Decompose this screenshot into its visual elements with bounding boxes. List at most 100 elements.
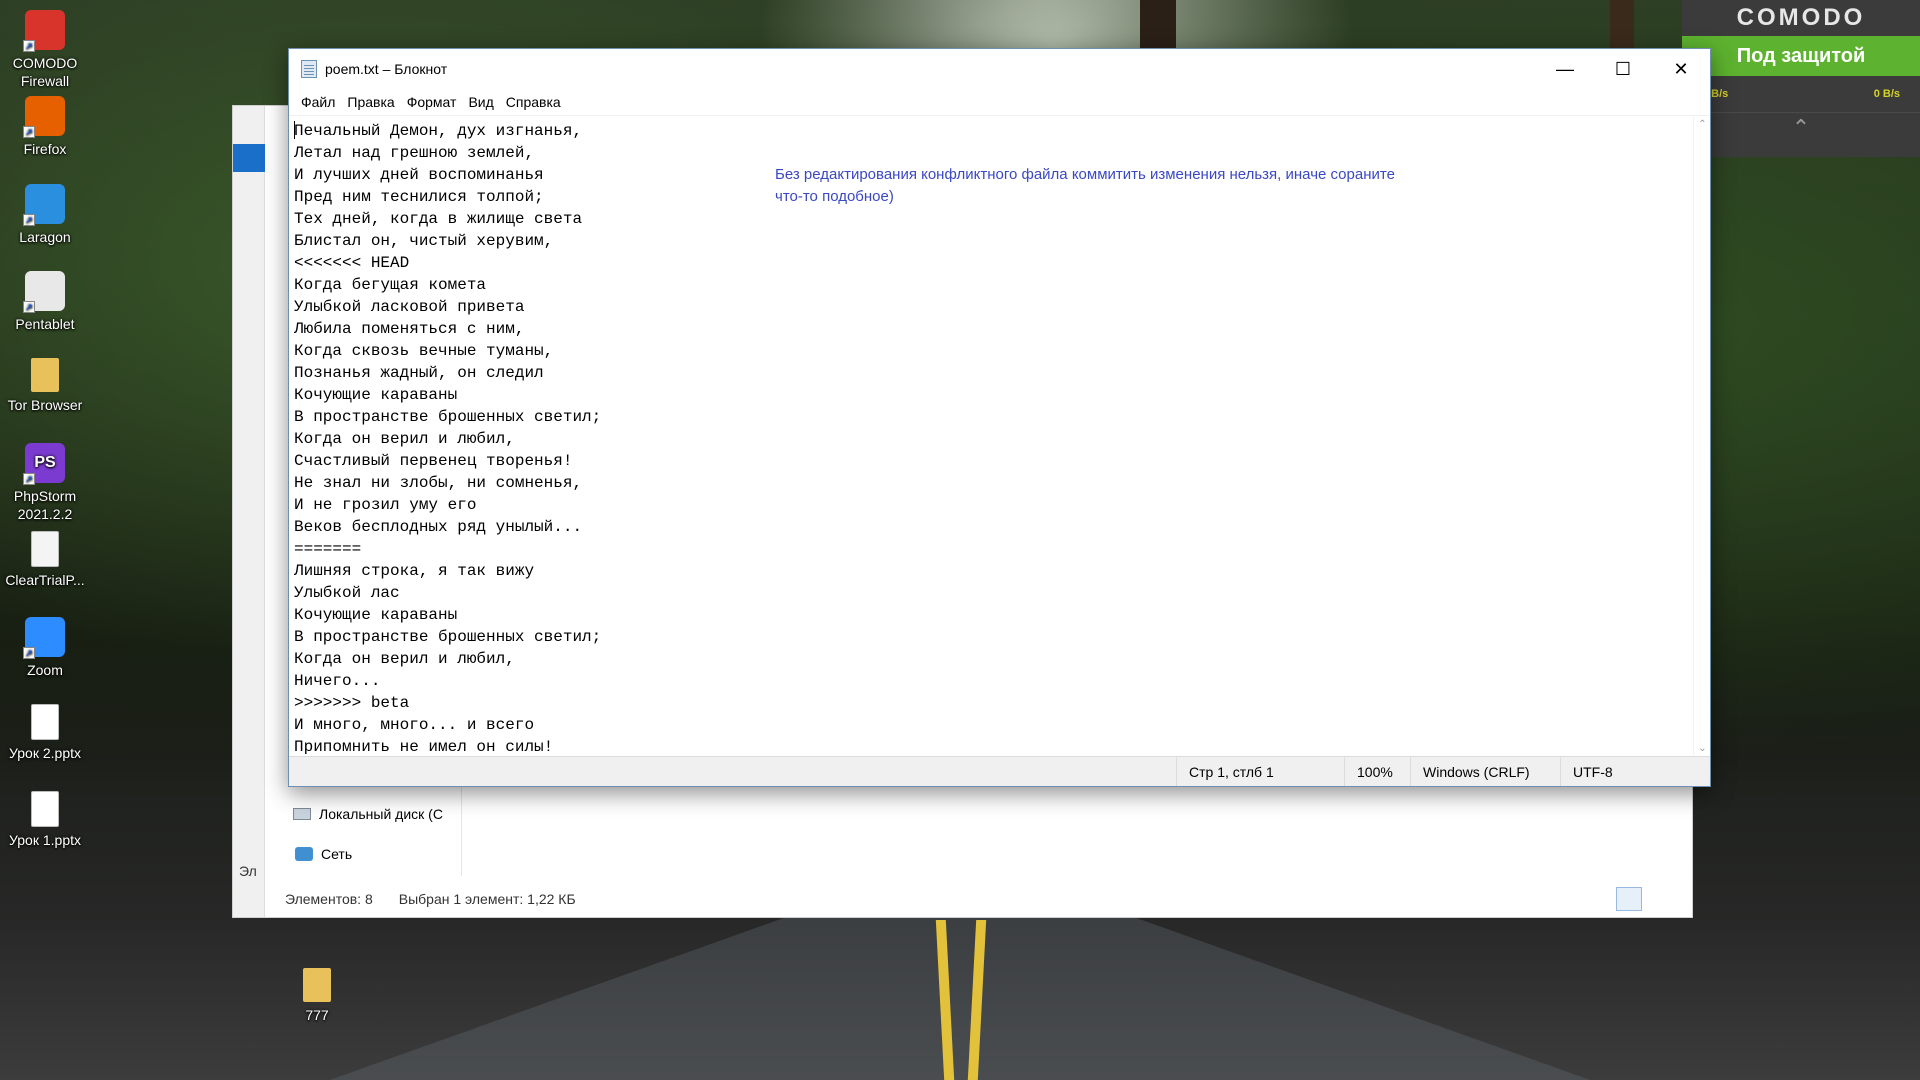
text-line: И много, много... и всего — [294, 716, 535, 734]
text-line: Печальный Демон, дух изгнанья, — [294, 122, 583, 140]
desktop-icon[interactable]: Урок 2.pptx — [0, 704, 90, 762]
explorer-ribbon-file-tab[interactable] — [233, 144, 265, 172]
scroll-down-icon[interactable]: ⌄ — [1694, 740, 1711, 757]
laragon-icon: ↗ — [23, 184, 65, 226]
title-bar[interactable]: poem.txt – Блокнот — ☐ ✕ — [289, 49, 1710, 89]
text-line: Тех дней, когда в жилище света — [294, 210, 583, 228]
desktop-icon[interactable]: ↗ Firefox — [0, 96, 90, 158]
scroll-up-icon[interactable]: ⌃ — [1694, 116, 1711, 133]
text-line: Когда бегущая комета — [294, 276, 487, 294]
document-icon — [31, 791, 59, 827]
comodo-speed-up: 0 B/s — [1873, 88, 1900, 100]
desktop-icon-label: ClearTrialP... — [5, 572, 85, 588]
comodo-firewall-icon: ↗ — [23, 10, 65, 52]
text-caret — [294, 121, 295, 139]
desktop-icon[interactable]: PS ↗ PhpStorm 2021.2.2 — [0, 443, 90, 523]
shortcut-arrow-icon: ↗ — [23, 301, 35, 313]
shortcut-arrow-icon: ↗ — [23, 473, 35, 485]
desktop-icon-label: Firefox — [23, 141, 67, 157]
comodo-widget[interactable]: COMODO Под защитой 0 B/s 0 B/s ⌃ — [1682, 0, 1920, 157]
text-line: В пространстве брошенных светил; — [294, 408, 602, 426]
status-encoding: UTF-8 — [1560, 757, 1694, 786]
comodo-status[interactable]: Под защитой — [1682, 36, 1920, 76]
editor-text[interactable]: Печальный Демон, дух изгнанья, Летал над … — [294, 120, 1684, 754]
desktop-icon-label: 777 — [305, 1007, 329, 1023]
pentablet-icon: ↗ — [23, 271, 65, 313]
shortcut-arrow-icon: ↗ — [23, 40, 35, 52]
folder-icon — [31, 358, 59, 392]
desktop-icon[interactable]: ↗ COMODO Firewall — [0, 10, 90, 90]
status-item-count: Элементов: 8 — [285, 891, 373, 907]
desktop-icon[interactable]: ↗ Pentablet — [0, 271, 90, 333]
drive-icon — [293, 808, 311, 820]
shortcut-arrow-icon: ↗ — [23, 214, 35, 226]
maximize-button[interactable]: ☐ — [1594, 49, 1652, 89]
sidebar-item-label: Сеть — [321, 846, 353, 862]
desktop-icon-label: COMODO Firewall — [12, 55, 78, 89]
menu-bar: Файл Правка Формат Вид Справка — [289, 89, 1710, 115]
desktop-icon[interactable]: Tor Browser — [0, 358, 90, 414]
menu-file[interactable]: Файл — [295, 94, 341, 110]
desktop-icon[interactable]: Урок 1.pptx — [0, 791, 90, 849]
text-line: ======= — [294, 540, 362, 558]
text-line: Кочующие караваны — [294, 606, 458, 624]
menu-view[interactable]: Вид — [462, 94, 499, 110]
status-selection: Выбран 1 элемент: 1,22 КБ — [398, 891, 576, 907]
resize-grip-icon[interactable] — [1694, 757, 1710, 786]
wallpaper-tree-trunk — [1610, 0, 1634, 48]
details-view-icon[interactable] — [1616, 887, 1642, 911]
vertical-scrollbar[interactable]: ⌃ ⌄ — [1693, 116, 1710, 757]
text-line: Улыбкой ласковой привета — [294, 298, 525, 316]
menu-edit[interactable]: Правка — [341, 94, 400, 110]
notepad-window[interactable]: poem.txt – Блокнот — ☐ ✕ Файл Правка Фор… — [288, 48, 1711, 787]
desktop-icon-label: Laragon — [19, 229, 71, 245]
text-line: Кочующие караваны — [294, 386, 458, 404]
text-line: Когда он верил и любил, — [294, 650, 515, 668]
text-line: Когда сквозь вечные туманы, — [294, 342, 554, 360]
network-icon — [295, 847, 313, 861]
desktop-icon-label: Урок 1.pptx — [9, 832, 81, 848]
text-line: Летал над грешною землей, — [294, 144, 535, 162]
text-line: Улыбкой лас — [294, 584, 400, 602]
sidebar-item-network[interactable]: Сеть — [295, 846, 352, 862]
phpstorm-icon: PS ↗ — [23, 443, 65, 485]
shortcut-arrow-icon: ↗ — [23, 647, 35, 659]
status-zoom: 100% — [1344, 757, 1410, 786]
firefox-icon: ↗ — [23, 96, 65, 138]
text-editor[interactable]: Печальный Демон, дух изгнанья, Летал над … — [289, 115, 1710, 757]
text-line: Веков бесплодных ряд унылый... — [294, 518, 583, 536]
text-line: Счастливый первенец творенья! — [294, 452, 573, 470]
shortcut-arrow-icon: ↗ — [23, 126, 35, 138]
text-line: Не знал ни злобы, ни сомненья, — [294, 474, 583, 492]
desktop-icon-label: Tor Browser — [7, 397, 83, 413]
comodo-title: COMODO — [1736, 4, 1866, 31]
text-line: Ничего... — [294, 672, 381, 690]
chevron-up-icon[interactable]: ⌃ — [1682, 112, 1920, 142]
desktop-icon[interactable]: ↗ Zoom — [0, 617, 90, 679]
minimize-button[interactable]: — — [1536, 49, 1594, 89]
editor-annotation: Без редактирования конфликтного файла ко… — [775, 166, 1395, 205]
document-icon — [31, 704, 59, 740]
text-line: Блистал он, чистый херувим, — [294, 232, 554, 250]
status-cursor-position: Стр 1, стлб 1 — [1176, 757, 1344, 786]
desktop-icon-folder-777[interactable]: 777 — [272, 968, 362, 1024]
wallpaper-road — [330, 900, 1590, 1080]
desktop-icon[interactable]: ↗ Laragon — [0, 184, 90, 246]
menu-help[interactable]: Справка — [500, 94, 567, 110]
desktop-icon-label: PhpStorm 2021.2.2 — [13, 488, 77, 522]
explorer-stub-text: Эл — [239, 863, 257, 879]
large-icons-view-icon[interactable] — [1646, 887, 1672, 911]
sidebar-item-label: Локальный диск (C — [319, 806, 443, 822]
window-title: poem.txt – Блокнот — [325, 61, 448, 77]
explorer-view-toggle — [1616, 887, 1672, 911]
menu-format[interactable]: Формат — [401, 94, 463, 110]
notepad-icon — [301, 60, 317, 78]
folder-icon — [303, 968, 331, 1002]
document-icon — [31, 531, 59, 567]
close-button[interactable]: ✕ — [1652, 49, 1710, 89]
desktop-icon[interactable]: ClearTrialP... — [0, 531, 90, 589]
sidebar-item-local-disk[interactable]: Локальный диск (C — [293, 806, 443, 822]
explorer-status-bar: Элементов: 8 Выбран 1 элемент: 1,22 КБ — [265, 881, 1692, 917]
status-line-endings: Windows (CRLF) — [1410, 757, 1560, 786]
text-line: В пространстве брошенных светил; — [294, 628, 602, 646]
